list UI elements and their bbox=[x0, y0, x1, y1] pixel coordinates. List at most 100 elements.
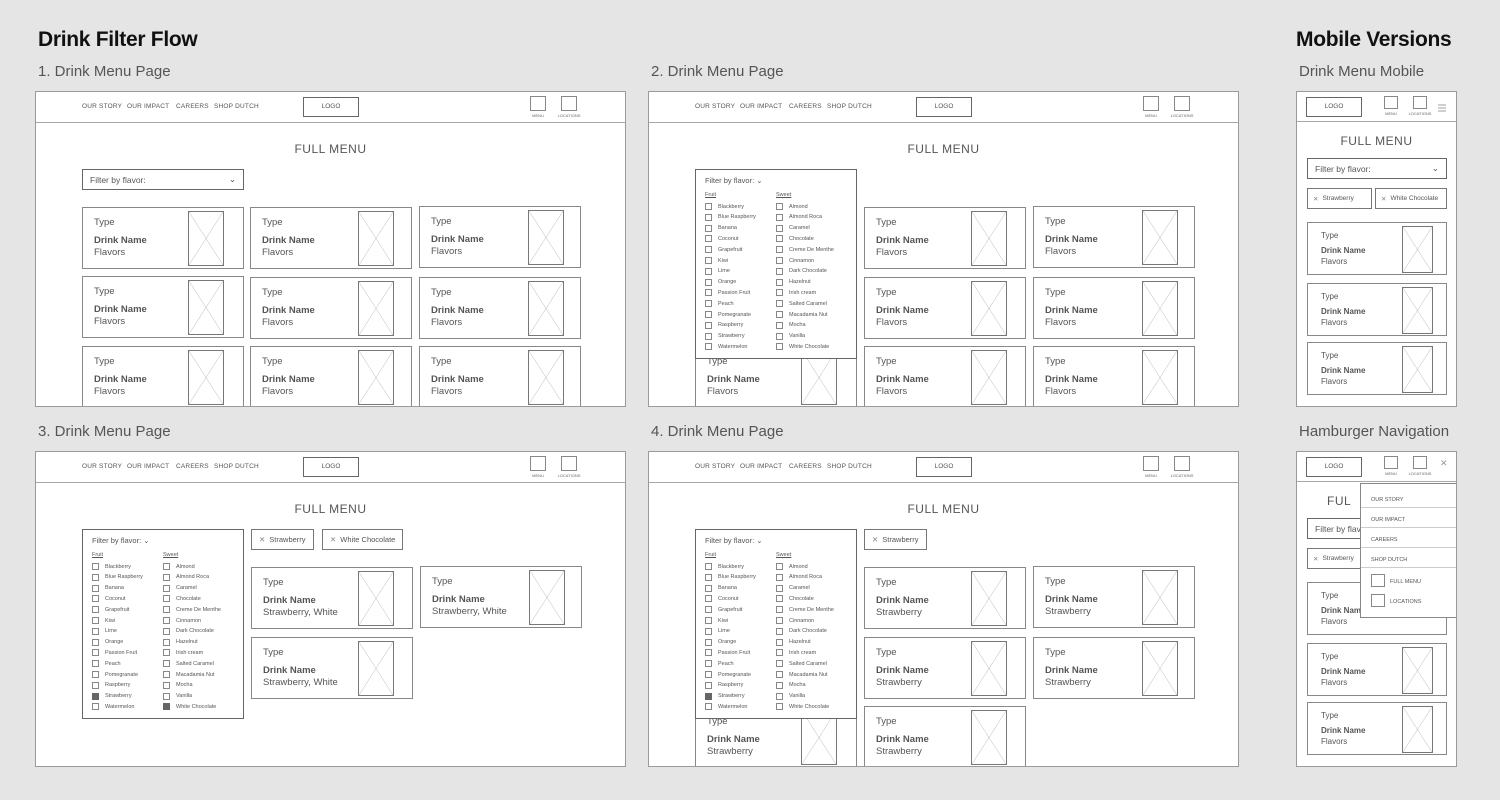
filter-option-watermelon[interactable]: Watermelon bbox=[705, 343, 747, 351]
filter-option-kiwi[interactable]: Kiwi bbox=[705, 257, 728, 264]
checkbox[interactable] bbox=[163, 649, 170, 657]
filter-option-lime[interactable]: Lime bbox=[92, 627, 117, 635]
checkbox[interactable] bbox=[92, 649, 99, 657]
drink-card[interactable]: Type Drink Name Strawberry bbox=[864, 567, 1026, 629]
checkbox[interactable] bbox=[776, 660, 783, 668]
filter-option-almond[interactable]: Almond bbox=[776, 203, 808, 210]
checkbox[interactable] bbox=[705, 343, 712, 351]
drink-card[interactable]: Type Drink Name Flavors bbox=[1307, 222, 1447, 275]
drink-card[interactable]: Type Drink Name Flavors bbox=[250, 207, 412, 269]
checkbox[interactable] bbox=[92, 584, 99, 592]
checkbox[interactable] bbox=[776, 246, 783, 254]
filter-dropdown-title[interactable]: Filter by flavor: ⌄ bbox=[92, 536, 150, 545]
checkbox[interactable] bbox=[705, 321, 712, 329]
nav-link-our-impact[interactable]: OUR IMPACT bbox=[740, 103, 782, 110]
checkbox[interactable] bbox=[776, 224, 783, 232]
logo[interactable]: LOGO bbox=[916, 97, 972, 117]
nav-link-our-impact[interactable]: OUR IMPACT bbox=[740, 463, 782, 470]
filter-option-banana[interactable]: Banana bbox=[92, 584, 124, 592]
filter-option-dark-chocolate[interactable]: Dark Chocolate bbox=[776, 627, 827, 635]
filter-option-hazelnut[interactable]: Hazelnut bbox=[163, 638, 198, 646]
checkbox[interactable] bbox=[705, 681, 712, 689]
drink-card[interactable]: Type Drink Name Flavors bbox=[250, 277, 412, 339]
menu-icon[interactable] bbox=[1384, 456, 1398, 469]
nav-link-shop-dutch[interactable]: SHOP DUTCH bbox=[214, 463, 259, 470]
filter-option-grapefruit[interactable]: Grapefruit bbox=[92, 606, 129, 614]
checkbox[interactable] bbox=[163, 573, 170, 581]
filter-option-dark-chocolate[interactable]: Dark Chocolate bbox=[776, 267, 827, 275]
checkbox[interactable] bbox=[705, 332, 712, 340]
checkbox[interactable] bbox=[705, 300, 712, 308]
checkbox[interactable] bbox=[776, 332, 783, 340]
nav-link-shop-dutch[interactable]: SHOP DUTCH bbox=[214, 103, 259, 110]
menu-icon[interactable] bbox=[1143, 456, 1159, 471]
checkbox[interactable] bbox=[776, 563, 783, 570]
filter-option-coconut[interactable]: Coconut bbox=[705, 235, 739, 243]
filter-chip-strawberry[interactable]: ✕ Strawberry bbox=[251, 529, 314, 550]
filter-option-vanilla[interactable]: Vanilla bbox=[776, 692, 805, 700]
checkbox[interactable] bbox=[776, 257, 783, 264]
close-icon[interactable]: ✕ bbox=[872, 535, 878, 544]
filter-option-orange[interactable]: Orange bbox=[705, 278, 736, 286]
filter-option-raspberry[interactable]: Raspberry bbox=[705, 681, 743, 689]
drink-card[interactable]: Type Drink Name Flavors bbox=[82, 207, 244, 269]
filter-option-blackberry[interactable]: Blackberry bbox=[705, 203, 744, 210]
checkbox[interactable] bbox=[776, 203, 783, 210]
checkbox[interactable] bbox=[163, 617, 170, 624]
drink-card[interactable]: Type Drink Name Flavors bbox=[1307, 342, 1447, 395]
checkbox[interactable] bbox=[705, 573, 712, 581]
checkbox[interactable] bbox=[92, 681, 99, 689]
checkbox[interactable] bbox=[776, 649, 783, 657]
checkbox[interactable] bbox=[705, 267, 712, 275]
checkbox[interactable] bbox=[92, 638, 99, 646]
filter-option-blue-raspberry[interactable]: Blue Raspberry bbox=[705, 213, 756, 221]
nav-link-careers[interactable]: CAREERS bbox=[789, 103, 822, 110]
menu-icon[interactable] bbox=[530, 96, 546, 111]
checkbox[interactable] bbox=[705, 563, 712, 570]
filter-option-chocolate[interactable]: Chocolate bbox=[776, 235, 814, 243]
drink-card[interactable]: Type Drink Name Flavors bbox=[864, 346, 1026, 406]
filter-option-strawberry[interactable]: Strawberry bbox=[705, 692, 745, 700]
filter-dropdown-open[interactable]: Filter by flavor: ⌄ Fruit Blackberry Blue R… bbox=[695, 169, 857, 359]
checkbox[interactable] bbox=[163, 638, 170, 646]
filter-option-chocolate[interactable]: Chocolate bbox=[163, 595, 201, 603]
filter-option-hazelnut[interactable]: Hazelnut bbox=[776, 638, 811, 646]
filter-option-salted-caramel[interactable]: Salted Caramel bbox=[776, 660, 827, 668]
filter-option-macadamia-nut[interactable]: Macadamia Nut bbox=[163, 671, 215, 678]
filter-option-white-chocolate[interactable]: White Chocolate bbox=[776, 703, 829, 711]
checkbox[interactable] bbox=[705, 606, 712, 614]
drink-card[interactable]: Type Drink Name Flavors bbox=[1307, 702, 1447, 755]
checkbox[interactable] bbox=[776, 681, 783, 689]
filter-option-blackberry[interactable]: Blackberry bbox=[92, 563, 131, 570]
checkbox[interactable] bbox=[776, 289, 783, 297]
filter-option-vanilla[interactable]: Vanilla bbox=[776, 332, 805, 340]
close-icon[interactable]: ✕ bbox=[1440, 458, 1448, 469]
checkbox[interactable] bbox=[776, 638, 783, 646]
checkbox[interactable] bbox=[705, 203, 712, 210]
filter-option-watermelon[interactable]: Watermelon bbox=[92, 703, 134, 711]
drink-card[interactable]: Type Drink Name Strawberry bbox=[1033, 637, 1195, 699]
drink-card[interactable]: Type Drink Name Strawberry, White bbox=[420, 566, 582, 628]
filter-option-kiwi[interactable]: Kiwi bbox=[92, 617, 115, 624]
filter-option-passion-fruit[interactable]: Passion Fruit bbox=[92, 649, 137, 657]
filter-option-macadamia-nut[interactable]: Macadamia Nut bbox=[776, 671, 828, 678]
filter-option-banana[interactable]: Banana bbox=[705, 584, 737, 592]
drink-card[interactable]: Type Drink Name Strawberry bbox=[864, 706, 1026, 766]
nav-link-careers[interactable]: CAREERS bbox=[176, 463, 209, 470]
filter-dropdown-open[interactable]: Filter by flavor: ⌄ Fruit Blackberry Blue R… bbox=[82, 529, 244, 719]
checkbox[interactable] bbox=[776, 300, 783, 308]
filter-option-blue-raspberry[interactable]: Blue Raspberry bbox=[92, 573, 143, 581]
checkbox[interactable] bbox=[92, 671, 99, 678]
nav-link-careers[interactable]: CAREERS bbox=[789, 463, 822, 470]
location-icon[interactable] bbox=[1413, 96, 1427, 109]
logo[interactable]: LOGO bbox=[1306, 97, 1362, 117]
filter-option-kiwi[interactable]: Kiwi bbox=[705, 617, 728, 624]
filter-option-dark-chocolate[interactable]: Dark Chocolate bbox=[163, 627, 214, 635]
drink-card[interactable]: Type Drink Name Flavors bbox=[1033, 206, 1195, 268]
hamburger-item-shop-dutch[interactable]: SHOP DUTCH bbox=[1361, 548, 1456, 568]
filter-option-watermelon[interactable]: Watermelon bbox=[705, 703, 747, 711]
filter-chip-white-chocolate[interactable]: ✕ White Chocolate bbox=[322, 529, 404, 550]
nav-link-our-impact[interactable]: OUR IMPACT bbox=[127, 103, 169, 110]
filter-dropdown[interactable]: Filter by flavor: ⌄ bbox=[82, 169, 244, 190]
nav-link-shop-dutch[interactable]: SHOP DUTCH bbox=[827, 103, 872, 110]
